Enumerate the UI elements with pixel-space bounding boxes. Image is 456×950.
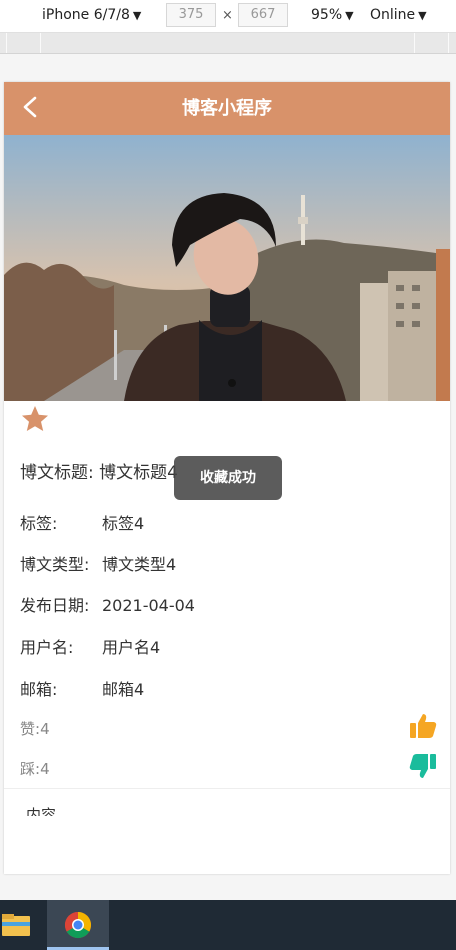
file-explorer-icon[interactable] — [0, 906, 36, 944]
dislikes-label: 踩: — [20, 760, 41, 778]
page-title: 博客小程序 — [182, 98, 272, 119]
field-label: 标签: — [20, 514, 58, 533]
field-label: 博文类型: — [20, 555, 90, 574]
media-query-ruler — [0, 33, 456, 54]
viewport-height-input[interactable]: 667 — [238, 3, 288, 27]
toast-message: 收藏成功 — [174, 456, 282, 500]
field-value: 2021-04-04 — [102, 596, 195, 615]
dropdown-caret-icon: ▼ — [418, 9, 427, 22]
dropdown-caret-icon: ▼ — [132, 9, 142, 22]
field-row-username: 用户名: 用户名4 — [20, 634, 160, 658]
zoom-select[interactable]: 95% ▼ — [311, 7, 354, 23]
network-value: Online — [370, 7, 416, 23]
chrome-taskbar-button[interactable] — [47, 900, 109, 950]
device-name: iPhone 6/7/8 — [42, 7, 130, 23]
thumbs-down-icon[interactable] — [408, 752, 438, 780]
network-throttle-select[interactable]: Online ▼ — [370, 7, 427, 23]
star-icon[interactable] — [20, 404, 50, 434]
dropdown-caret-icon: ▼ — [345, 9, 354, 22]
taskbar — [0, 900, 456, 950]
chrome-icon — [64, 911, 92, 939]
post-cover-image — [4, 135, 450, 401]
divider — [4, 788, 450, 789]
device-viewport: 博客小程序 博文标题: 博文标题4 标签: 标签4 博文类型: 博文类型4 发布… — [4, 82, 450, 874]
field-row-email: 邮箱: 邮箱4 — [20, 676, 144, 700]
ruler-tick — [6, 33, 7, 53]
field-row-type: 博文类型: 博文类型4 — [20, 551, 176, 575]
ruler-tick — [40, 33, 41, 53]
navigation-bar: 博客小程序 — [4, 82, 450, 135]
dislikes-count: 4 — [40, 760, 50, 778]
field-row-tag: 标签: 标签4 — [20, 510, 144, 534]
likes-label: 赞: — [20, 720, 41, 738]
zoom-value: 95% — [311, 7, 343, 23]
field-value: 标签4 — [102, 514, 145, 533]
content-label: 内容 — [26, 806, 57, 816]
post-title-value: 博文标题4 — [99, 463, 178, 483]
field-value: 邮箱4 — [102, 680, 145, 699]
likes-count: 4 — [40, 720, 50, 738]
viewport-width-input[interactable]: 375 — [166, 3, 216, 27]
field-label: 发布日期: — [20, 596, 90, 615]
dimension-separator: × — [222, 8, 233, 23]
ruler-tick — [448, 33, 449, 53]
post-title-label: 博文标题: — [20, 463, 94, 483]
field-value: 博文类型4 — [102, 555, 177, 574]
devtools-device-toolbar: iPhone 6/7/8 ▼ 375 × 667 95% ▼ Online ▼ — [0, 0, 456, 33]
likes-row: 赞:4 — [20, 718, 50, 739]
ruler-tick — [414, 33, 415, 53]
dislikes-row: 踩:4 — [20, 758, 50, 779]
field-label: 用户名: — [20, 638, 74, 657]
thumbs-up-icon[interactable] — [408, 712, 438, 740]
field-row-date: 发布日期: 2021-04-04 — [20, 592, 195, 616]
field-label: 邮箱: — [20, 680, 58, 699]
field-value: 用户名4 — [102, 638, 161, 657]
post-title-row: 博文标题: 博文标题4 — [20, 458, 178, 483]
device-select[interactable]: iPhone 6/7/8 ▼ — [42, 7, 141, 23]
